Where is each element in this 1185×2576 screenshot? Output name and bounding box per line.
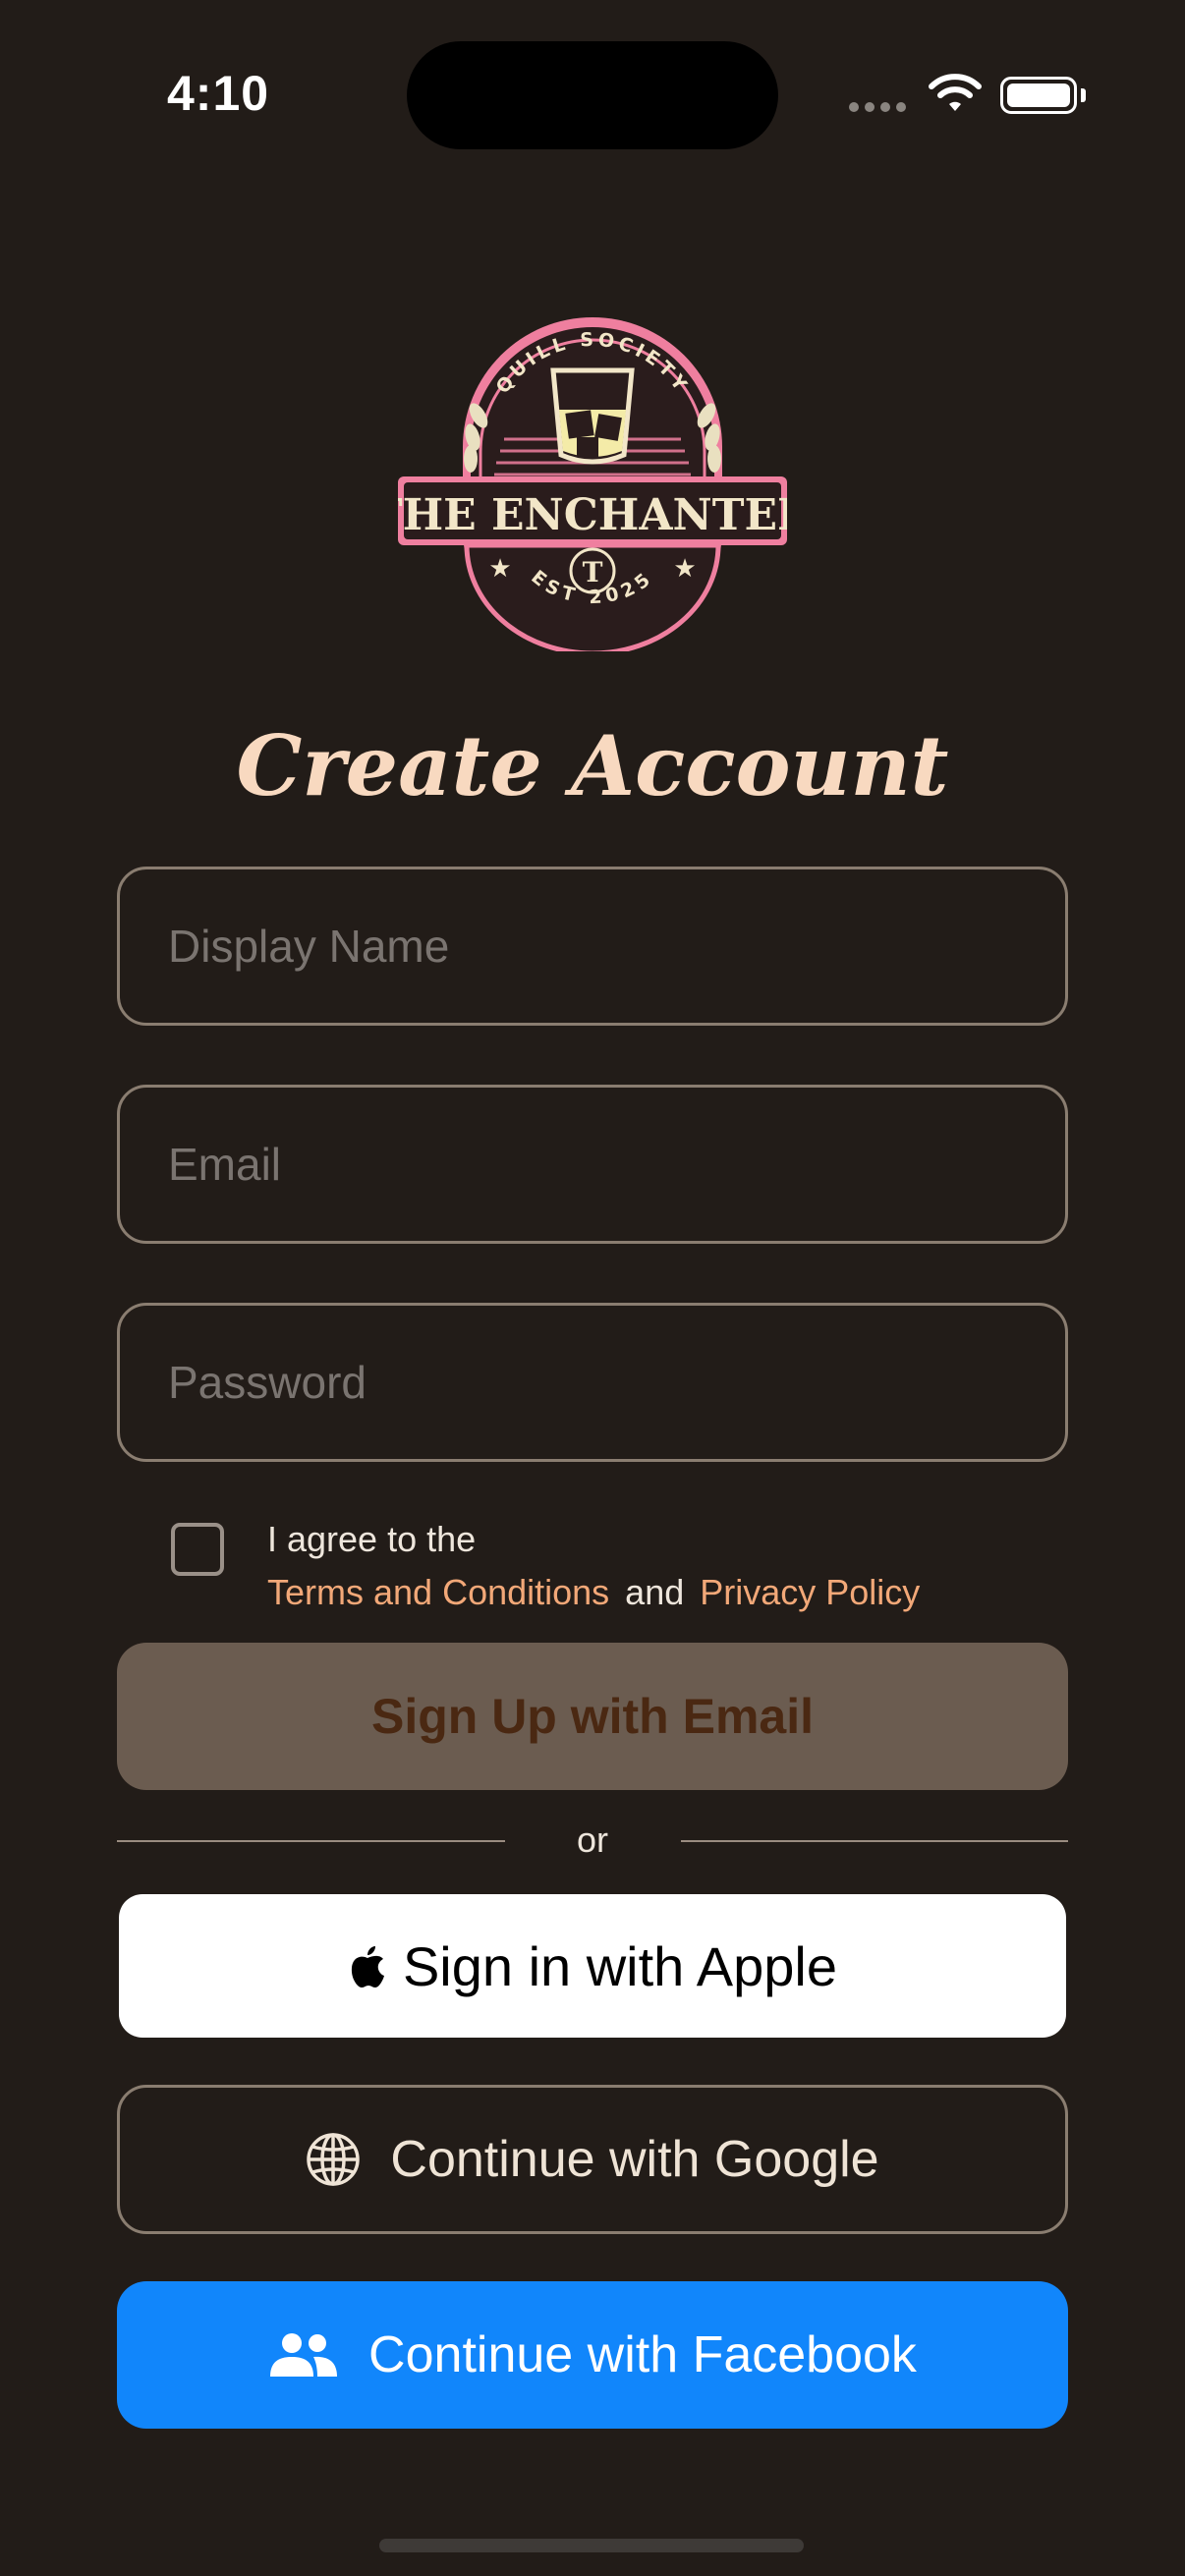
battery-nub	[1081, 88, 1086, 102]
agree-label: I agree to the	[267, 1519, 477, 1559]
sign-up-email-button[interactable]: Sign Up with Email	[117, 1643, 1068, 1790]
agree-checkbox[interactable]	[171, 1523, 224, 1576]
globe-icon	[307, 2133, 361, 2186]
agree-links-row: Terms and Conditions and Privacy Policy	[267, 1572, 920, 1613]
wifi-icon	[929, 74, 982, 111]
enchanted-quill-society-logo: QUILL SOCIETY THE ENCHANTED T ★ ★ EST 20…	[398, 317, 787, 651]
divider-right	[681, 1840, 1068, 1842]
star-icon: ★	[488, 553, 511, 583]
email-placeholder: Email	[168, 1139, 282, 1190]
and-label: and	[625, 1572, 685, 1612]
cellular-signal-icon	[849, 102, 906, 112]
password-field[interactable]: Password	[117, 1303, 1068, 1462]
sign-in-apple-button[interactable]: Sign in with Apple	[119, 1894, 1066, 2038]
continue-facebook-button[interactable]: Continue with Facebook	[117, 2281, 1068, 2429]
continue-facebook-label: Continue with Facebook	[368, 2326, 917, 2383]
svg-text:THE ENCHANTED: THE ENCHANTED	[398, 490, 787, 540]
sign-in-apple-label: Sign in with Apple	[402, 1934, 838, 1997]
display-name-field[interactable]: Display Name	[117, 867, 1068, 1026]
display-name-placeholder: Display Name	[168, 921, 450, 972]
dynamic-island	[407, 41, 778, 149]
battery-icon	[1000, 77, 1077, 114]
people-icon	[270, 2333, 338, 2377]
svg-text:T: T	[583, 556, 603, 588]
apple-logo-icon	[351, 1946, 384, 1988]
terms-link[interactable]: Terms and Conditions	[267, 1572, 609, 1613]
sign-up-email-label: Sign Up with Email	[370, 1689, 815, 1744]
continue-google-label: Continue with Google	[390, 2131, 879, 2188]
home-indicator	[379, 2539, 804, 2552]
status-time: 4:10	[167, 66, 270, 121]
continue-google-button[interactable]: Continue with Google	[117, 2085, 1068, 2234]
star-icon: ★	[673, 553, 696, 583]
privacy-link[interactable]: Privacy Policy	[700, 1572, 920, 1613]
page-title: Create Account	[236, 717, 949, 814]
email-field[interactable]: Email	[117, 1085, 1068, 1244]
password-placeholder: Password	[168, 1357, 367, 1408]
